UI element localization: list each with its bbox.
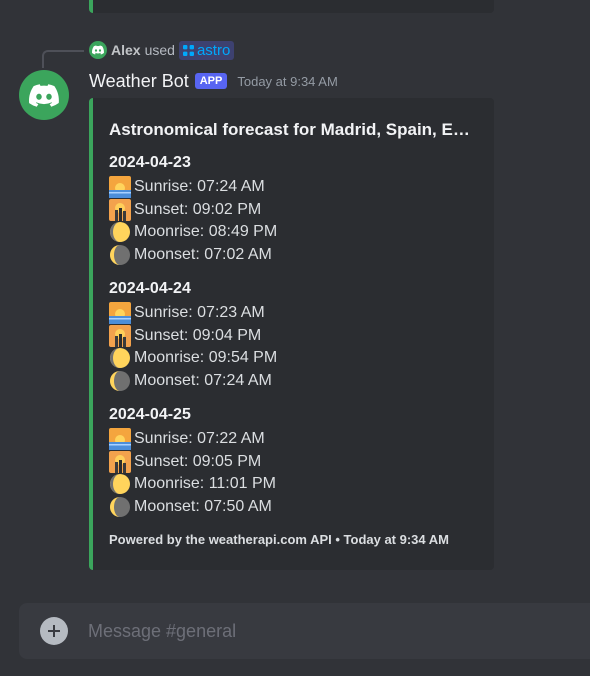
command-chip[interactable]: astro	[178, 40, 235, 60]
forecast-days: 2024-04-23 Sunrise: 07:24 AM Sunset: 09:02…	[109, 154, 478, 518]
moonset-icon	[109, 244, 134, 266]
command-name: astro	[196, 41, 231, 59]
entry-text: Moonset: 07:24 AM	[134, 371, 272, 389]
moonrise-icon	[109, 221, 134, 243]
forecast-entry: Sunset: 09:05 PM	[109, 450, 478, 474]
add-attachment-button[interactable]	[40, 617, 68, 645]
embed-footer: Powered by the weatherapi.com API • Toda…	[109, 532, 449, 547]
forecast-entry: Moonset: 07:50 AM	[109, 496, 478, 519]
day-date: 2024-04-25	[109, 406, 191, 423]
forecast-entry: Sunrise: 07:23 AM	[109, 302, 478, 325]
discord-icon	[29, 83, 59, 107]
chat-view: Alex used astro Weather Bot APP Today at…	[0, 0, 590, 676]
plus-icon	[48, 625, 60, 637]
entry-text: Moonrise: 09:54 PM	[134, 349, 278, 367]
entry-text: Sunset: 09:05 PM	[134, 452, 262, 470]
forecast-day: 2024-04-23 Sunrise: 07:24 AM Sunset: 09:02…	[109, 154, 478, 266]
moonset-icon	[109, 496, 134, 518]
forecast-entry: Moonrise: 08:49 PM	[109, 221, 478, 244]
mini-avatar[interactable]	[89, 41, 107, 59]
message-timestamp: Today at 9:34 AM	[237, 73, 338, 89]
bot-avatar[interactable]	[19, 70, 69, 120]
entry-text: Moonrise: 08:49 PM	[134, 223, 278, 241]
day-date: 2024-04-24	[109, 280, 191, 297]
message-header: Weather Bot APP Today at 9:34 AM	[89, 70, 338, 92]
entry-text: Moonset: 07:02 AM	[134, 245, 272, 263]
app-badge: APP	[194, 73, 228, 89]
reply-spine	[42, 50, 84, 68]
embed-title: Astronomical forecast for Madrid, Spain,…	[109, 120, 479, 139]
message-input[interactable]	[88, 620, 548, 642]
previous-embed	[89, 0, 494, 13]
sunset-icon	[109, 324, 134, 347]
forecast-entry: Sunrise: 07:22 AM	[109, 428, 478, 451]
moonrise-icon	[109, 347, 134, 369]
interaction-verb: used	[144, 42, 175, 58]
command-interaction: Alex used astro	[89, 40, 235, 60]
moonset-icon	[109, 370, 134, 392]
entry-text: Sunset: 09:04 PM	[134, 326, 262, 344]
entry-text: Moonset: 07:50 AM	[134, 497, 272, 515]
forecast-entry: Sunrise: 07:24 AM	[109, 176, 478, 199]
sunrise-icon	[109, 302, 134, 325]
entry-text: Sunrise: 07:22 AM	[134, 430, 265, 448]
sunrise-icon	[109, 176, 134, 199]
sunset-icon	[109, 198, 134, 221]
forecast-entry: Sunset: 09:04 PM	[109, 324, 478, 348]
forecast-day: 2024-04-24 Sunrise: 07:23 AM Sunset: 09:04…	[109, 280, 478, 392]
forecast-day: 2024-04-25 Sunrise: 07:22 AM Sunset: 09:05…	[109, 406, 478, 518]
sunset-icon	[109, 450, 134, 473]
entry-text: Sunrise: 07:24 AM	[134, 178, 265, 196]
message-composer	[19, 603, 590, 659]
interaction-user[interactable]: Alex	[111, 42, 141, 58]
sunrise-icon	[109, 428, 134, 451]
author-name[interactable]: Weather Bot	[89, 71, 189, 92]
moonrise-icon	[109, 473, 134, 495]
discord-icon	[92, 45, 104, 55]
forecast-entry: Moonrise: 09:54 PM	[109, 347, 478, 370]
day-date: 2024-04-23	[109, 154, 191, 171]
entry-text: Moonrise: 11:01 PM	[134, 475, 276, 493]
forecast-entry: Moonrise: 11:01 PM	[109, 473, 478, 496]
forecast-entry: Moonset: 07:24 AM	[109, 370, 478, 393]
apps-icon	[182, 44, 194, 56]
forecast-entry: Sunset: 09:02 PM	[109, 198, 478, 222]
entry-text: Sunrise: 07:23 AM	[134, 304, 265, 322]
forecast-entry: Moonset: 07:02 AM	[109, 244, 478, 267]
forecast-embed: Astronomical forecast for Madrid, Spain,…	[89, 98, 494, 570]
entry-text: Sunset: 09:02 PM	[134, 200, 262, 218]
